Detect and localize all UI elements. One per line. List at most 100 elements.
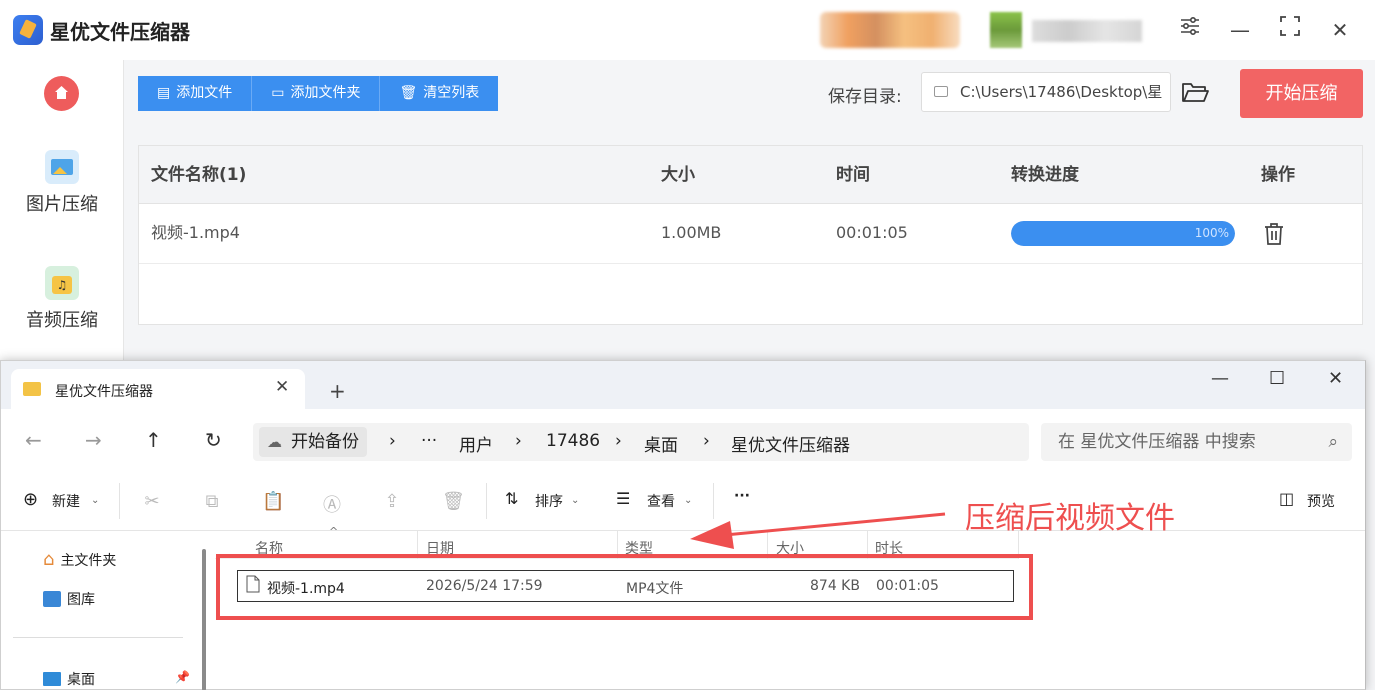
chevron-right-icon: › bbox=[703, 431, 710, 451]
sort-button[interactable]: 排序 bbox=[535, 491, 563, 511]
trash-icon bbox=[1265, 223, 1283, 245]
nav-home[interactable]: ⌂ 主文件夹 bbox=[43, 549, 116, 570]
save-dir-label: 保存目录: bbox=[828, 87, 902, 107]
app-logo-icon bbox=[13, 15, 43, 45]
back-icon[interactable]: ← bbox=[25, 428, 42, 452]
sidebar-item-label: 音频压缩 bbox=[26, 310, 98, 331]
home-button[interactable] bbox=[44, 76, 79, 111]
view-button[interactable]: 查看 bbox=[647, 491, 675, 511]
backup-button[interactable]: ☁ 开始备份 bbox=[259, 427, 367, 457]
new-button[interactable]: 新建 bbox=[52, 491, 80, 511]
chevron-down-icon: ⌄ bbox=[91, 495, 100, 506]
col-time: 时间 bbox=[836, 165, 870, 185]
col-progress: 转换进度 bbox=[1011, 165, 1079, 185]
sidebar-item-image[interactable]: 图片压缩 bbox=[0, 150, 124, 216]
home-icon bbox=[55, 86, 68, 99]
maximize-icon[interactable]: ☐ bbox=[1269, 368, 1285, 389]
more-button[interactable]: ··· bbox=[734, 488, 750, 504]
file-icon: ▤ bbox=[157, 85, 171, 101]
search-placeholder: 在 星优文件压缩器 中搜索 bbox=[1058, 432, 1256, 452]
maximize-icon[interactable] bbox=[1275, 15, 1305, 45]
col-name: 文件名称(1) bbox=[151, 165, 247, 185]
explorer-nav-pane: ⌂ 主文件夹 图库 桌面 📌 bbox=[1, 531, 201, 690]
trash-icon: 🗑 bbox=[399, 85, 418, 101]
preview-icon: ◫ bbox=[1279, 489, 1295, 508]
cut-icon[interactable]: ✂ bbox=[142, 491, 162, 512]
close-icon[interactable]: ✕ bbox=[1325, 15, 1355, 45]
add-folder-button[interactable]: ▭ 添加文件夹 bbox=[252, 76, 381, 111]
explorer-navbar: ← → ↑ ↻ ☁ 开始备份 › ··· 用户 › 17486 › 桌面 › 星… bbox=[1, 409, 1365, 471]
sidebar-item-audio[interactable]: ♫ 音频压缩 bbox=[0, 266, 124, 332]
breadcrumb-users[interactable]: 用户 bbox=[459, 431, 493, 456]
sidebar-item-label: 图片压缩 bbox=[26, 194, 98, 215]
gallery-icon bbox=[43, 591, 61, 607]
divider bbox=[486, 483, 487, 519]
add-file-button[interactable]: ▤ 添加文件 bbox=[138, 76, 253, 111]
search-input[interactable]: 在 星优文件压缩器 中搜索 ⌕ bbox=[1041, 423, 1352, 461]
row-size: 1.00MB bbox=[661, 223, 722, 242]
nav-desktop[interactable]: 桌面 bbox=[43, 669, 95, 689]
search-icon: ⌕ bbox=[1328, 432, 1338, 452]
table-header: 文件名称(1) 大小 时间 转换进度 操作 bbox=[139, 146, 1362, 204]
minimize-icon[interactable]: — bbox=[1225, 15, 1255, 45]
progress-text: 100% bbox=[1194, 226, 1229, 240]
minimize-icon[interactable]: — bbox=[1211, 368, 1229, 389]
explorer-tabbar: 星优文件压缩器 ✕ + — ☐ ✕ bbox=[1, 361, 1365, 409]
breadcrumb-17486[interactable]: 17486 bbox=[546, 431, 600, 451]
sort-up-icon: ^ bbox=[329, 525, 339, 538]
new-tab-icon[interactable]: + bbox=[329, 379, 346, 403]
annotation-arrow bbox=[690, 512, 946, 549]
app-titlebar: 星优文件压缩器 — ✕ bbox=[0, 0, 1375, 60]
app-sidebar: 图片压缩 ♫ 音频压缩 bbox=[0, 60, 124, 360]
save-dir-path: C:\Users\17486\Desktop\星 bbox=[960, 83, 1163, 101]
paste-icon[interactable]: 📋 bbox=[262, 491, 284, 512]
tab-close-icon[interactable]: ✕ bbox=[275, 377, 289, 397]
browse-folder-button[interactable] bbox=[1181, 80, 1209, 108]
breadcrumb-desktop[interactable]: 桌面 bbox=[644, 431, 678, 456]
nav-desktop-label: 桌面 bbox=[67, 672, 95, 688]
add-file-label: 添加文件 bbox=[176, 85, 233, 101]
tab-title: 星优文件压缩器 bbox=[55, 384, 153, 400]
blurred-avatar bbox=[990, 12, 1022, 48]
progress-bar: 100% bbox=[1011, 221, 1235, 246]
preview-button[interactable]: 预览 bbox=[1307, 491, 1335, 511]
annotation-text: 压缩后视频文件 bbox=[965, 501, 1175, 536]
app-title: 星优文件压缩器 bbox=[50, 20, 190, 44]
image-icon bbox=[45, 150, 79, 184]
clear-list-button[interactable]: 🗑 清空列表 bbox=[380, 76, 499, 111]
delete-row-button[interactable] bbox=[1263, 222, 1285, 250]
folder-icon bbox=[934, 86, 948, 97]
nav-gallery[interactable]: 图库 bbox=[43, 589, 95, 609]
chevron-down-icon: ⌄ bbox=[571, 495, 580, 506]
breadcrumb-folder[interactable]: 星优文件压缩器 bbox=[731, 431, 850, 456]
file-toolbar: ▤ 添加文件 ▭ 添加文件夹 🗑 清空列表 bbox=[138, 76, 499, 111]
divider bbox=[119, 483, 120, 519]
explorer-tab[interactable]: 星优文件压缩器 ✕ bbox=[11, 369, 305, 409]
delete-icon[interactable]: 🗑 bbox=[442, 491, 465, 512]
settings-icon[interactable] bbox=[1175, 15, 1205, 45]
start-compress-button[interactable]: 开始压缩 bbox=[1240, 69, 1363, 118]
add-folder-label: 添加文件夹 bbox=[290, 85, 361, 101]
col-size: 大小 bbox=[661, 165, 695, 185]
address-bar[interactable]: ☁ 开始备份 › ··· 用户 › 17486 › 桌面 › 星优文件压缩器 bbox=[253, 423, 1029, 461]
folder-icon: ▭ bbox=[271, 85, 285, 101]
pin-icon[interactable]: 📌 bbox=[175, 670, 190, 684]
open-folder-icon bbox=[1182, 83, 1209, 102]
path-ellipsis[interactable]: ··· bbox=[421, 431, 437, 451]
table-row[interactable]: 视频-1.mp4 1.00MB 00:01:05 100% bbox=[139, 204, 1362, 264]
up-icon[interactable]: ↑ bbox=[145, 428, 162, 452]
blurred-username bbox=[1032, 20, 1142, 42]
close-icon[interactable]: ✕ bbox=[1328, 368, 1343, 389]
desktop-icon bbox=[43, 672, 61, 686]
scrollbar[interactable] bbox=[202, 549, 206, 690]
copy-icon[interactable]: ⧉ bbox=[202, 491, 222, 512]
rename-icon[interactable]: Ⓐ bbox=[322, 491, 342, 516]
share-icon[interactable]: ⇪ bbox=[382, 491, 402, 512]
save-dir-input[interactable]: C:\Users\17486\Desktop\星 bbox=[921, 72, 1171, 112]
cloud-icon: ☁ bbox=[267, 433, 282, 451]
chevron-right-icon: › bbox=[615, 431, 622, 451]
backup-label: 开始备份 bbox=[291, 432, 359, 452]
refresh-icon[interactable]: ↻ bbox=[205, 428, 222, 452]
row-time: 00:01:05 bbox=[836, 223, 908, 242]
forward-icon[interactable]: → bbox=[85, 428, 102, 452]
